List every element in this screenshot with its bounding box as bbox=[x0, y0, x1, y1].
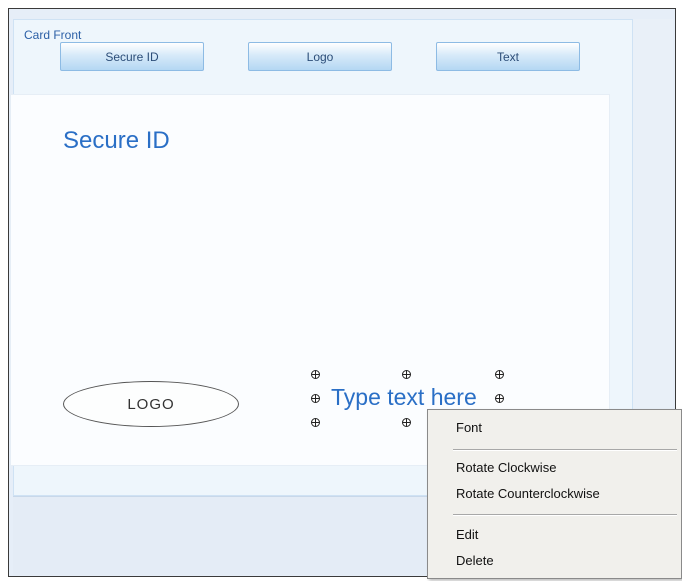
logo-button[interactable]: Logo bbox=[248, 42, 392, 71]
menu-separator bbox=[453, 449, 677, 451]
panel-title: Card Front bbox=[24, 28, 82, 42]
menu-item-font[interactable]: Font bbox=[456, 418, 482, 438]
resize-handle-middle-left[interactable] bbox=[311, 394, 320, 403]
menu-separator bbox=[453, 514, 677, 516]
logo-placeholder-label: LOGO bbox=[127, 395, 175, 413]
resize-handle-middle-right[interactable] bbox=[495, 394, 504, 403]
resize-handle-top-left[interactable] bbox=[311, 370, 320, 379]
context-menu: Font Rotate Clockwise Rotate Countercloc… bbox=[427, 409, 682, 579]
text-element[interactable]: Type text here bbox=[331, 384, 477, 411]
resize-handle-bottom-center[interactable] bbox=[402, 418, 411, 427]
menu-item-rotate-counterclockwise[interactable]: Rotate Counterclockwise bbox=[456, 484, 600, 504]
text-button[interactable]: Text bbox=[436, 42, 580, 71]
menu-item-rotate-clockwise[interactable]: Rotate Clockwise bbox=[456, 458, 556, 478]
secure-id-button[interactable]: Secure ID bbox=[60, 42, 204, 71]
logo-placeholder[interactable]: LOGO bbox=[63, 381, 239, 427]
menu-item-delete[interactable]: Delete bbox=[456, 551, 494, 571]
resize-handle-bottom-left[interactable] bbox=[311, 418, 320, 427]
menu-item-edit[interactable]: Edit bbox=[456, 525, 478, 545]
resize-handle-top-right[interactable] bbox=[495, 370, 504, 379]
resize-handle-top-center[interactable] bbox=[402, 370, 411, 379]
card-title-text[interactable]: Secure ID bbox=[63, 127, 170, 155]
